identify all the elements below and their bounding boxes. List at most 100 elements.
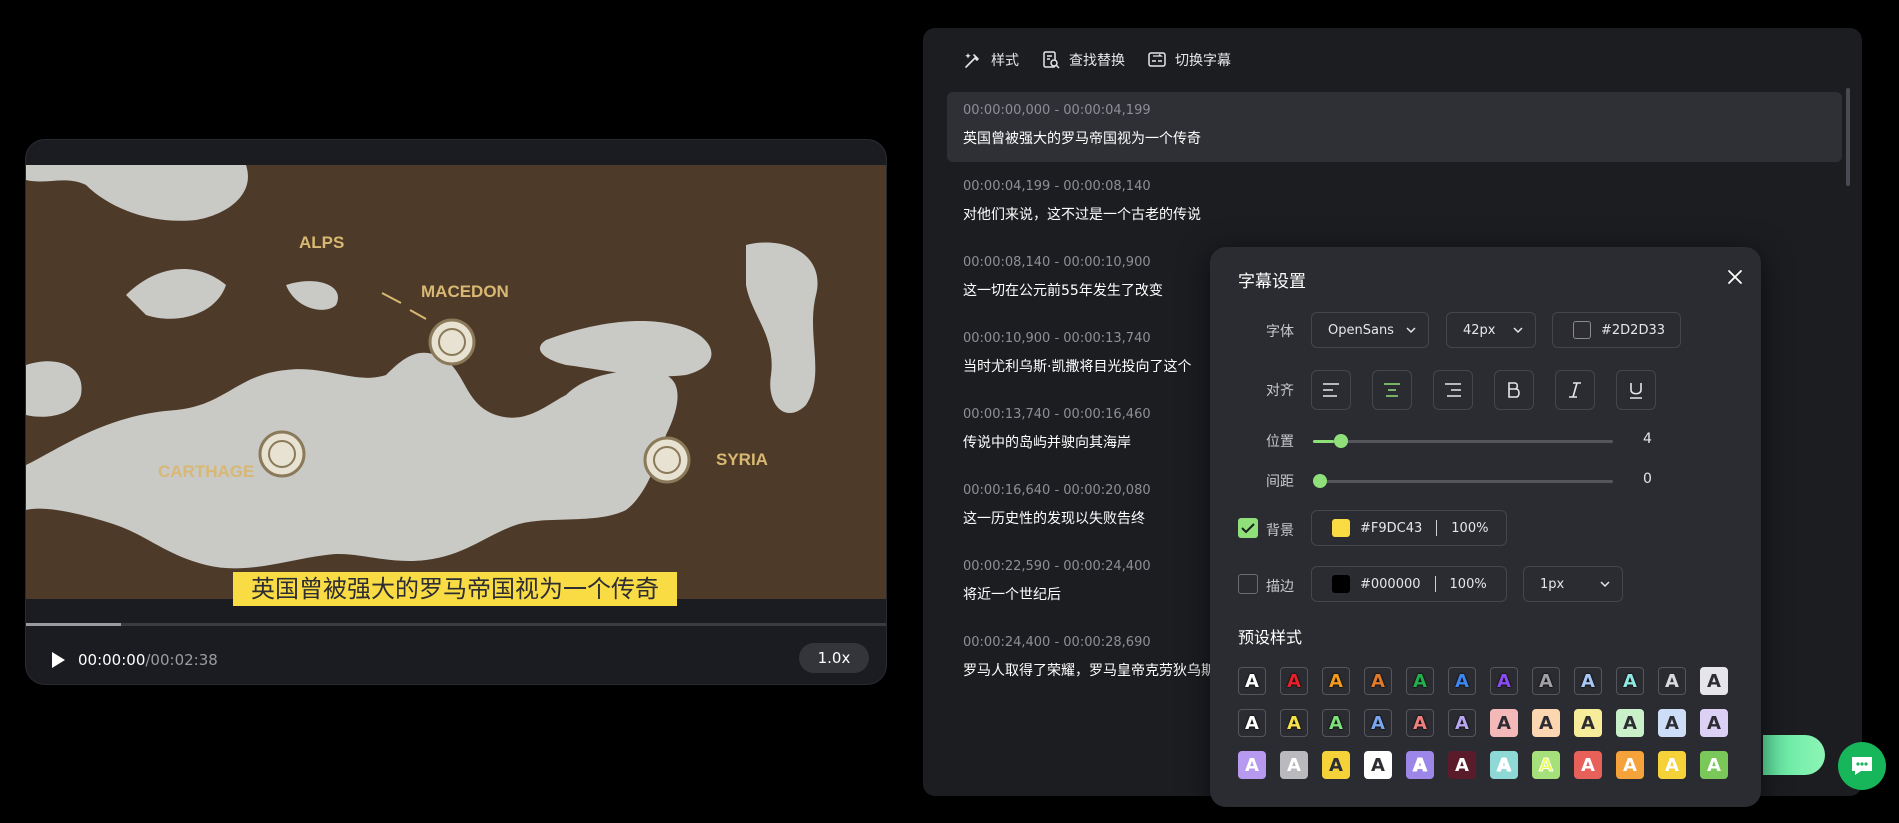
position-slider-handle[interactable] [1334, 434, 1348, 448]
preset-style-32[interactable]: A [1532, 751, 1560, 779]
align-left-icon [1323, 383, 1339, 397]
close-button[interactable] [1725, 267, 1745, 287]
subtitle-item[interactable]: 00:00:00,000 - 00:00:04,199 英国曾被强大的罗马帝国视为… [947, 92, 1842, 162]
preset-style-3[interactable]: A [1322, 667, 1350, 695]
style-button[interactable]: 样式 [963, 48, 1019, 72]
check-icon [1241, 523, 1255, 534]
preset-style-6[interactable]: A [1448, 667, 1476, 695]
preset-style-28[interactable]: A [1364, 751, 1392, 779]
text-color-swatch [1573, 321, 1591, 339]
preset-style-9[interactable]: A [1574, 667, 1602, 695]
play-icon [52, 652, 65, 668]
video-player: ALPS MACEDON CARTHAGE SYRIA 英国曾被强大的罗马帝国视… [25, 139, 887, 685]
align-right-icon [1445, 383, 1461, 397]
position-slider-fill [1313, 440, 1334, 443]
subtitle-text[interactable]: 对他们来说，这不过是一个古老的传说 [963, 196, 1826, 225]
map-label-carthage: CARTHAGE [158, 462, 254, 481]
preset-style-35[interactable]: A [1658, 751, 1686, 779]
map-illustration: ALPS MACEDON CARTHAGE SYRIA [26, 165, 886, 599]
italic-icon [1569, 382, 1581, 398]
current-time: 00:00:00 [78, 651, 146, 669]
bold-button[interactable] [1494, 370, 1534, 410]
align-right-button[interactable] [1433, 370, 1473, 410]
position-label: 位置 [1266, 434, 1294, 450]
preset-style-2[interactable]: A [1280, 667, 1308, 695]
presets-title: 预设样式 [1238, 628, 1303, 647]
preset-style-34[interactable]: A [1616, 751, 1644, 779]
preset-style-19[interactable]: A [1490, 709, 1518, 737]
position-slider[interactable] [1313, 434, 1613, 448]
preset-style-33[interactable]: A [1574, 751, 1602, 779]
underline-button[interactable] [1616, 370, 1656, 410]
find-replace-label: 查找替换 [1069, 53, 1125, 69]
stroke-checkbox[interactable] [1238, 574, 1258, 594]
preset-style-26[interactable]: A [1280, 751, 1308, 779]
align-left-button[interactable] [1311, 370, 1351, 410]
stroke-opacity-value: 100% [1449, 576, 1487, 592]
playback-speed-button[interactable]: 1.0x [799, 643, 869, 673]
text-color-picker[interactable]: #2D2D33 [1552, 312, 1681, 348]
background-checkbox[interactable] [1238, 518, 1258, 538]
preset-style-23[interactable]: A [1658, 709, 1686, 737]
spacing-slider[interactable] [1313, 474, 1613, 488]
preset-style-31[interactable]: A [1490, 751, 1518, 779]
preset-style-12[interactable]: A [1700, 667, 1728, 695]
switch-subtitle-button[interactable]: 切换字幕 [1147, 48, 1231, 72]
play-button[interactable] [45, 648, 69, 672]
preset-style-16[interactable]: A [1364, 709, 1392, 737]
preset-style-17[interactable]: A [1406, 709, 1434, 737]
time-display: 00:00:00/00:02:38 [78, 650, 218, 670]
subtitle-timecode: 00:00:04,199 - 00:00:08,140 [963, 179, 1151, 194]
export-button[interactable] [1763, 735, 1825, 775]
font-family-select[interactable]: OpenSans [1311, 312, 1429, 348]
toolbar: 样式 查找替换 切换字幕 [963, 48, 1231, 72]
stroke-width-select[interactable]: 1px [1523, 566, 1623, 602]
find-replace-button[interactable]: 查找替换 [1041, 48, 1125, 72]
stroke-color-picker[interactable]: #000000 100% [1311, 566, 1507, 602]
subtitle-settings-dialog: 字幕设置 字体 OpenSans 42px #2D2D33 对齐 位置 4 间距… [1210, 247, 1761, 807]
preset-style-4[interactable]: A [1364, 667, 1392, 695]
text-color-value: #2D2D33 [1601, 322, 1665, 338]
subtitle-timecode: 00:00:00,000 - 00:00:04,199 [963, 103, 1151, 118]
chat-support-button[interactable] [1838, 742, 1886, 790]
preset-style-11[interactable]: A [1658, 667, 1686, 695]
subtitle-item[interactable]: 00:00:04,199 - 00:00:08,140 对他们来说，这不过是一个古… [947, 168, 1842, 238]
align-center-button[interactable] [1372, 370, 1412, 410]
subtitle-text[interactable]: 英国曾被强大的罗马帝国视为一个传奇 [963, 120, 1826, 149]
progress-fill [26, 623, 121, 626]
chat-icon [1852, 757, 1872, 775]
close-icon [1728, 270, 1742, 284]
preset-style-21[interactable]: A [1574, 709, 1602, 737]
chevron-down-icon [1406, 327, 1416, 334]
preset-style-10[interactable]: A [1616, 667, 1644, 695]
total-time: /00:02:38 [145, 651, 218, 669]
preset-style-14[interactable]: A [1280, 709, 1308, 737]
preset-style-22[interactable]: A [1616, 709, 1644, 737]
scrollbar[interactable] [1846, 88, 1850, 186]
preset-style-15[interactable]: A [1322, 709, 1350, 737]
preset-style-29[interactable]: A [1406, 751, 1434, 779]
video-frame[interactable]: ALPS MACEDON CARTHAGE SYRIA [26, 165, 886, 599]
preset-style-5[interactable]: A [1406, 667, 1434, 695]
subtitle-overlay: 英国曾被强大的罗马帝国视为一个传奇 [233, 572, 677, 606]
preset-style-25[interactable]: A [1238, 751, 1266, 779]
preset-style-18[interactable]: A [1448, 709, 1476, 737]
preset-style-7[interactable]: A [1490, 667, 1518, 695]
preset-style-30[interactable]: A [1448, 751, 1476, 779]
progress-bar[interactable] [26, 623, 886, 626]
preset-style-20[interactable]: A [1532, 709, 1560, 737]
preset-style-36[interactable]: A [1700, 751, 1728, 779]
preset-style-27[interactable]: A [1322, 751, 1350, 779]
font-size-select[interactable]: 42px [1446, 312, 1536, 348]
preset-style-13[interactable]: A [1238, 709, 1266, 737]
preset-style-1[interactable]: A [1238, 667, 1266, 695]
font-size-value: 42px [1463, 322, 1496, 338]
preset-style-24[interactable]: A [1700, 709, 1728, 737]
style-label: 样式 [991, 53, 1019, 69]
settings-title: 字幕设置 [1238, 272, 1306, 292]
background-color-picker[interactable]: #F9DC43 100% [1311, 510, 1507, 546]
italic-button[interactable] [1555, 370, 1595, 410]
preset-style-8[interactable]: A [1532, 667, 1560, 695]
spacing-slider-handle[interactable] [1313, 474, 1327, 488]
font-family-value: OpenSans [1328, 322, 1394, 338]
